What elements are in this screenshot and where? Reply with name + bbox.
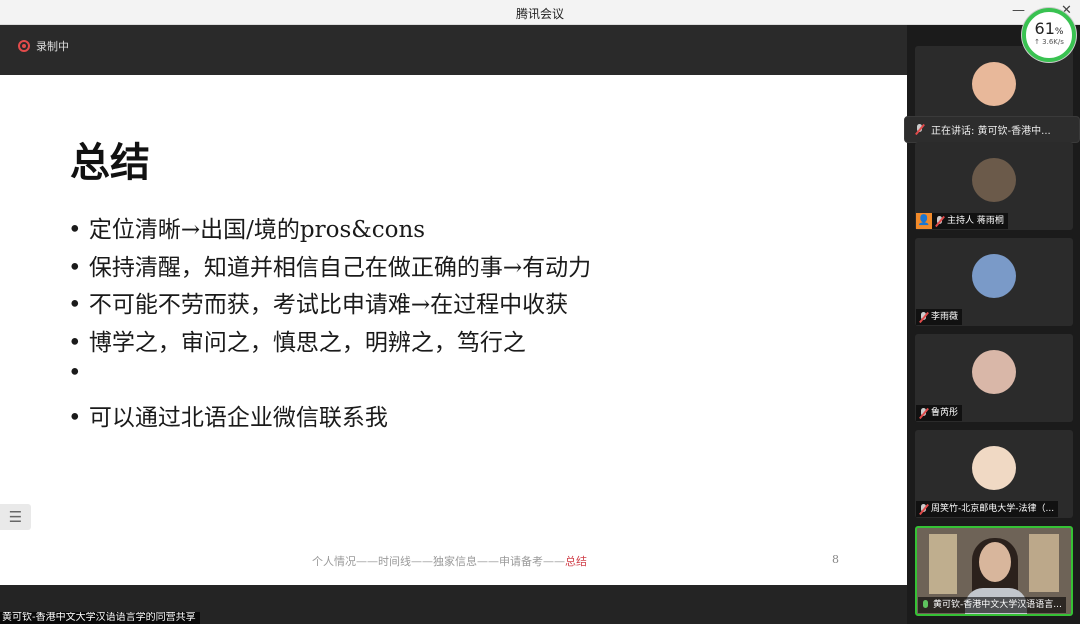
- speaking-indicator: 正在讲话: 黄可钦-香港中...: [904, 116, 1080, 143]
- bullet-item: 博学之，审问之，慎思之，明辨之，笃行之: [68, 323, 591, 361]
- participant-name: 主持人 蒋雨桐: [947, 216, 1004, 226]
- record-icon: [18, 40, 30, 52]
- participant-nametag: 李雨薇: [916, 309, 963, 325]
- participant-nametag: 黄可钦-香港中文大学汉语语言...: [918, 597, 1066, 613]
- participant-tile[interactable]: 周笑竹-北京邮电大学-法律（...: [915, 430, 1073, 518]
- participant-nametag: 👤 主持人 蒋雨桐: [916, 213, 1008, 229]
- participant-nametag: 鲁芮彤: [916, 405, 963, 421]
- bullet-spacer: [68, 360, 591, 398]
- participant-tile[interactable]: 李雨薇: [915, 238, 1073, 326]
- participant-tile[interactable]: 👤 主持人 蒋雨桐: [915, 142, 1073, 230]
- participant-name: 周笑竹-北京邮电大学-法律（...: [931, 504, 1055, 514]
- bullet-item: 保持清醒，知道并相信自己在做正确的事→有动力: [68, 248, 591, 286]
- host-icon: 👤: [916, 213, 932, 229]
- background-poster: [1029, 534, 1059, 592]
- mic-muted-icon: [919, 503, 928, 515]
- active-speaker-video[interactable]: 黄可钦-香港中文大学汉语语言...: [915, 526, 1073, 616]
- background-poster: [929, 534, 957, 594]
- footer-nav-active: 总结: [565, 555, 587, 568]
- participant-name: 李雨薇: [931, 312, 959, 322]
- slide-footer-nav: 个人情况——时间线——独家信息——申请备考——总结: [312, 553, 587, 569]
- bullet-item: 定位清晰→出国/境的pros&cons: [68, 210, 591, 248]
- participant-name: 黄可钦-香港中文大学汉语语言...: [933, 600, 1062, 610]
- list-icon: ☰: [8, 508, 23, 526]
- network-speed: ↑ 3.6K/s: [1034, 38, 1064, 46]
- avatar: [972, 446, 1016, 490]
- shared-slide: 总结 定位清晰→出国/境的pros&cons 保持清醒，知道并相信自己在做正确的…: [0, 75, 907, 585]
- speaker-name-tag: 黄可钦-香港中文大学汉语语言学的同营共享: [0, 612, 200, 624]
- recording-indicator[interactable]: 录制中: [18, 38, 69, 54]
- list-toggle-button[interactable]: ☰: [0, 504, 31, 530]
- participant-tile[interactable]: 鲁芮彤: [915, 334, 1073, 422]
- speaker-face: [979, 542, 1011, 582]
- avatar: [972, 350, 1016, 394]
- network-status-badge[interactable]: 61% ↑ 3.6K/s: [1022, 8, 1076, 62]
- mic-muted-icon: [915, 124, 924, 135]
- network-percent: 61%: [1026, 19, 1072, 38]
- network-percent-value: 61: [1034, 19, 1055, 38]
- network-percent-unit: %: [1054, 27, 1064, 37]
- slide-title: 总结: [70, 139, 150, 186]
- mic-muted-icon: [919, 407, 928, 419]
- mic-muted-icon: [919, 311, 928, 323]
- window-titlebar: 腾讯会议 — ✕: [0, 0, 1080, 25]
- bullet-item: 不可能不劳而获，考试比申请难→在过程中收获: [68, 285, 591, 323]
- window-title: 腾讯会议: [515, 7, 564, 21]
- minimize-button[interactable]: —: [1012, 3, 1025, 18]
- avatar: [972, 254, 1016, 298]
- mic-on-icon: [921, 599, 930, 611]
- footer-nav-prefix: 个人情况——时间线——独家信息——申请备考——: [312, 555, 565, 568]
- avatar: [972, 158, 1016, 202]
- bullet-item: 可以通过北语企业微信联系我: [68, 398, 591, 436]
- avatar: [972, 62, 1016, 106]
- slide-bullets: 定位清晰→出国/境的pros&cons 保持清醒，知道并相信自己在做正确的事→有…: [68, 210, 591, 436]
- recording-label: 录制中: [36, 40, 69, 53]
- participant-name: 鲁芮彤: [931, 408, 959, 418]
- slide-page-number: 8: [832, 553, 839, 566]
- speaking-label: 正在讲话: 黄可钦-香港中...: [931, 126, 1051, 137]
- participant-nametag: 周笑竹-北京邮电大学-法律（...: [916, 501, 1059, 517]
- recording-bar: [0, 25, 907, 75]
- mic-muted-icon: [935, 215, 944, 227]
